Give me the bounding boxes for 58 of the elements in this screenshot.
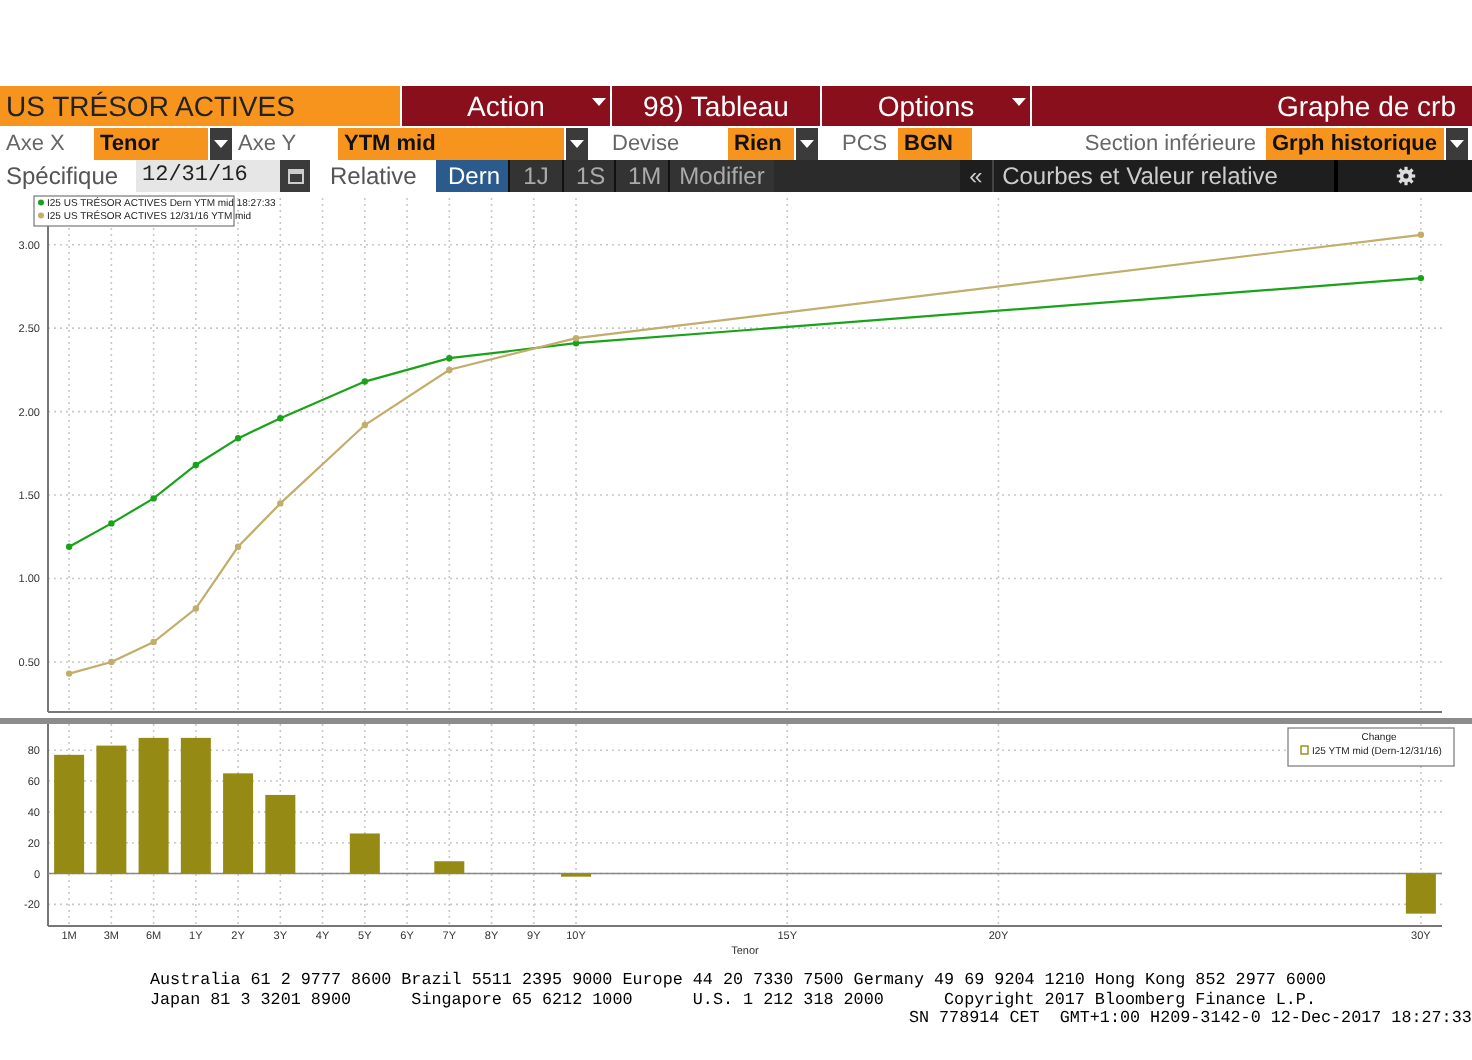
chart-title: Graphe de crb bbox=[1030, 86, 1472, 126]
calendar-button[interactable] bbox=[280, 160, 310, 192]
dropdown-button[interactable] bbox=[794, 128, 818, 160]
data-point bbox=[192, 461, 200, 469]
data-point bbox=[446, 366, 453, 374]
security-title: US TRÉSOR ACTIVES bbox=[0, 86, 400, 126]
setting-field[interactable]: Rien bbox=[728, 128, 794, 160]
settings-icon bbox=[1395, 166, 1415, 186]
menu-dropdown[interactable]: Action bbox=[400, 86, 610, 126]
setting-field[interactable]: Grph historique bbox=[1266, 128, 1444, 160]
settings-button[interactable] bbox=[1334, 160, 1472, 192]
caret-icon bbox=[592, 98, 606, 106]
data-point bbox=[108, 520, 115, 527]
period-tab[interactable]: 1S bbox=[564, 160, 616, 192]
collapse-button[interactable]: « bbox=[960, 160, 992, 192]
period-tab[interactable]: 1J bbox=[510, 160, 564, 192]
caret-icon bbox=[570, 140, 584, 148]
view-button[interactable]: Courbes et Valeur relative bbox=[992, 160, 1334, 192]
footer-text: Singapore 65 6212 1000 bbox=[411, 991, 633, 1010]
footer-text: Copyright 2017 Bloomberg Finance L.P. bbox=[944, 991, 1316, 1010]
caret-icon bbox=[1450, 140, 1464, 148]
date-field[interactable]: 12/31/16 bbox=[136, 160, 280, 192]
data-point bbox=[108, 658, 115, 666]
menu-button[interactable]: 98) Tableau bbox=[610, 86, 820, 126]
data-point bbox=[65, 543, 73, 550]
data-point bbox=[150, 638, 157, 646]
data-point bbox=[361, 378, 368, 385]
setting-field[interactable]: YTM mid bbox=[338, 128, 564, 160]
dropdown-button[interactable] bbox=[1444, 128, 1468, 160]
data-point bbox=[361, 421, 368, 429]
date-label: Spécifique bbox=[4, 160, 121, 192]
footer-text: U.S. 1 212 318 2000 bbox=[692, 991, 884, 1010]
modify-button[interactable]: Modifier bbox=[670, 160, 774, 192]
data-point bbox=[446, 355, 453, 362]
data-point bbox=[150, 495, 157, 502]
footer-text: Australia 61 2 9777 8600 Brazil 5511 2395 9000 Europe 44 20 7330 7500 Germany 49 69 9204 1210 Hong Kong 852 2977 6000 bbox=[150, 972, 1327, 991]
data-point bbox=[277, 500, 284, 507]
footer-text: SN 778914 CET GMT+1:00 H209-3142-0 12-Dec-2017 18:27:33 bbox=[908, 1010, 1472, 1029]
caret-icon bbox=[214, 140, 228, 148]
data-point bbox=[65, 670, 73, 677]
caret-icon bbox=[800, 140, 814, 148]
data-point bbox=[192, 605, 200, 612]
dropdown-button[interactable] bbox=[208, 128, 232, 160]
data-point bbox=[1417, 231, 1425, 238]
period-tab[interactable]: 1M bbox=[616, 160, 670, 192]
data-point bbox=[1417, 274, 1425, 282]
relative-label: Relative bbox=[328, 160, 419, 192]
menu-dropdown[interactable]: Options bbox=[820, 86, 1030, 126]
data-point bbox=[277, 415, 284, 422]
calendar-icon bbox=[287, 168, 303, 184]
period-tab[interactable]: Dern bbox=[436, 160, 510, 192]
footer-text: Japan 81 3 3201 8900 bbox=[150, 991, 352, 1010]
setting-field[interactable]: Tenor bbox=[94, 128, 208, 160]
dropdown-button[interactable] bbox=[564, 128, 588, 160]
setting-field[interactable]: BGN bbox=[898, 128, 972, 160]
data-point bbox=[234, 543, 242, 550]
caret-icon bbox=[1012, 98, 1026, 106]
data-point bbox=[234, 435, 242, 442]
